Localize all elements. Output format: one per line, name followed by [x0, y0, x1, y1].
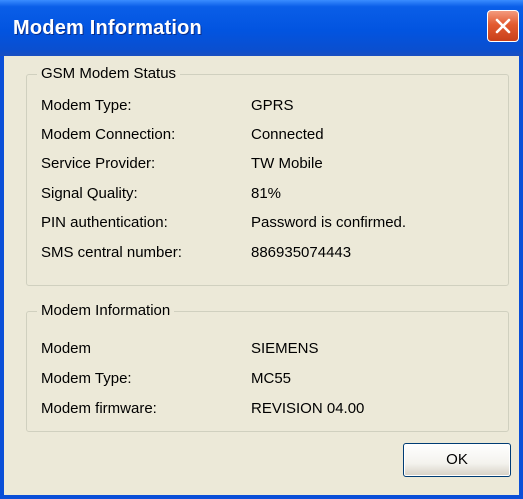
signal-quality-value: 81%	[251, 185, 282, 202]
modem-information-group: Modem Information Modem SIEMENS Modem Ty…	[26, 302, 509, 432]
pin-authentication-value: Password is confirmed.	[251, 214, 407, 231]
service-provider-label: Service Provider:	[41, 155, 156, 172]
gsm-modem-status-title: GSM Modem Status	[37, 65, 181, 82]
title-bar[interactable]: Modem Information	[0, 0, 523, 56]
modem-value: SIEMENS	[251, 340, 319, 357]
modem-type-info-value: MC55	[251, 370, 292, 387]
modem-label: Modem	[41, 340, 92, 357]
gsm-modem-status-group: GSM Modem Status Modem Type: GPRS Modem …	[26, 65, 509, 286]
modem-information-dialog: Modem Information GSM Modem Status Modem…	[0, 0, 523, 499]
modem-connection-value: Connected	[251, 126, 324, 143]
modem-information-title: Modem Information	[37, 302, 175, 319]
modem-type-info-label: Modem Type:	[41, 370, 132, 387]
pin-authentication-label: PIN authentication:	[41, 214, 168, 231]
modem-firmware-value: REVISION 04.00	[251, 400, 365, 417]
sms-central-number-value: 886935074443	[251, 244, 352, 261]
modem-firmware-label: Modem firmware:	[41, 400, 157, 417]
modem-type-label: Modem Type:	[41, 97, 132, 114]
close-button[interactable]	[487, 10, 519, 42]
window-title: Modem Information	[13, 17, 202, 39]
signal-quality-label: Signal Quality:	[41, 185, 138, 202]
sms-central-number-label: SMS central number:	[41, 244, 182, 261]
modem-connection-label: Modem Connection:	[41, 126, 176, 143]
service-provider-value: TW Mobile	[251, 155, 323, 172]
modem-type-value: GPRS	[251, 97, 294, 114]
ok-button[interactable]: OK	[403, 443, 511, 477]
close-x-icon	[495, 18, 511, 34]
